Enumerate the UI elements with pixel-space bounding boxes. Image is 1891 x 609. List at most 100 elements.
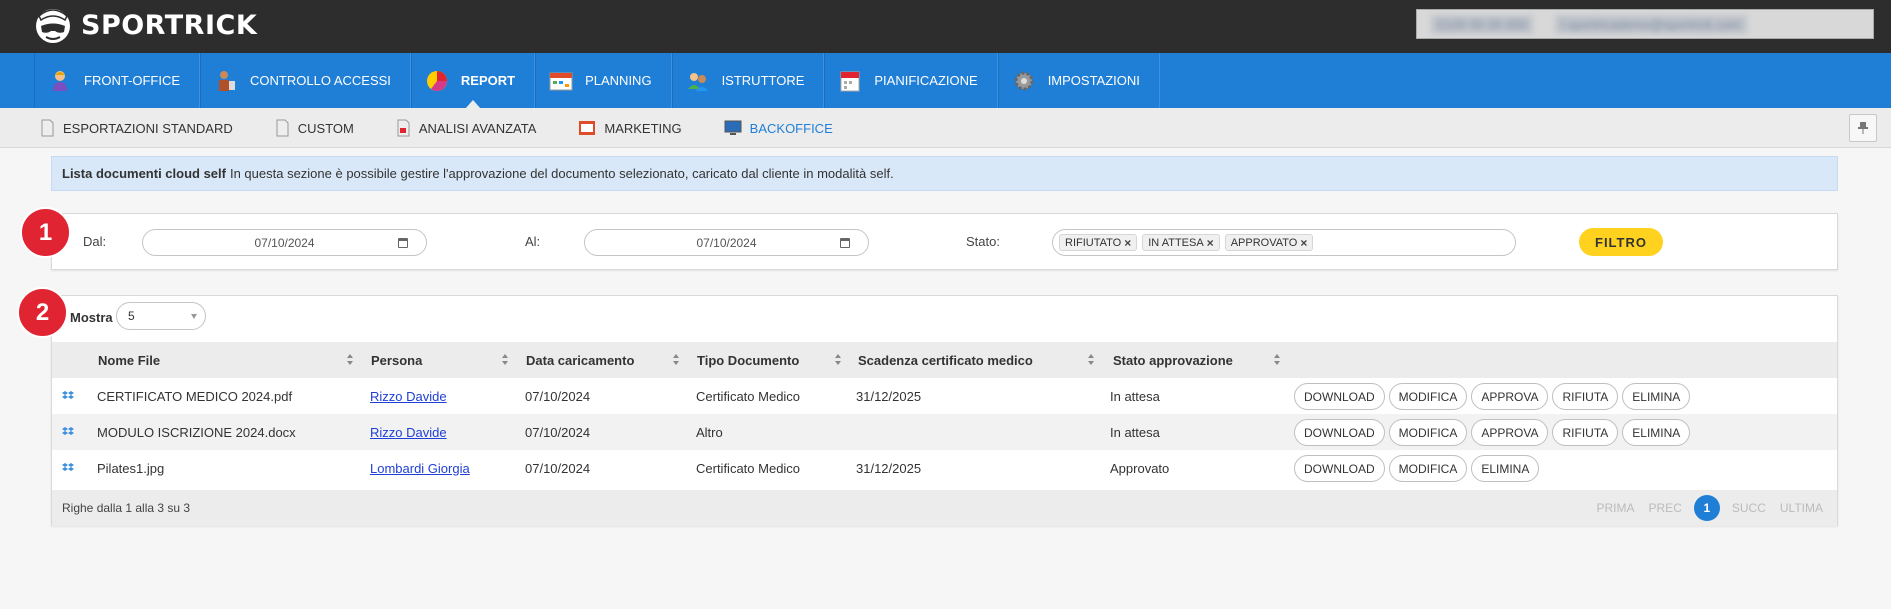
nav-item-label: FRONT-OFFICE (84, 73, 181, 88)
report-doc-icon (397, 119, 410, 137)
subnav-item-custom[interactable]: CUSTOM (275, 108, 396, 148)
sort-icon[interactable] (502, 354, 508, 366)
column-header-persona[interactable]: Persona (371, 342, 422, 378)
nav-item-front-office[interactable]: FRONT-OFFICE (34, 53, 201, 108)
pager-next[interactable]: SUCC (1732, 501, 1766, 515)
pager-first[interactable]: PRIMA (1597, 501, 1635, 515)
calendar-icon[interactable] (398, 238, 408, 248)
column-header-data-caricamento[interactable]: Data caricamento (526, 342, 634, 378)
download-button[interactable]: DOWNLOAD (1294, 383, 1385, 410)
modifica-button[interactable]: MODIFICA (1388, 455, 1468, 482)
calendar-icon[interactable] (840, 238, 850, 248)
gear-icon (1014, 71, 1034, 90)
pager-current-page[interactable]: 1 (1693, 495, 1720, 521)
al-date-value: 07/10/2024 (696, 235, 757, 250)
rifiuta-button[interactable]: RIFIUTA (1552, 419, 1619, 446)
al-date-input[interactable]: 07/10/2024 (584, 229, 869, 256)
access-control-icon (219, 70, 236, 91)
subnav-item-marketing[interactable]: MARKETING (578, 108, 723, 148)
al-label: Al: (525, 234, 541, 249)
cell-data: 07/10/2024 (525, 424, 591, 440)
marketing-icon (579, 121, 596, 135)
document-icon (41, 119, 54, 137)
subnav-item-analisi-avanzata[interactable]: ANALISI AVANZATA (396, 108, 579, 148)
sub-navigation: ESPORTAZIONI STANDARD CUSTOM ANALISI AVA… (0, 108, 1891, 148)
stato-multiselect[interactable]: RIFIUTATO × IN ATTESA × APPROVATO × (1052, 229, 1516, 256)
table-row: Pilates1.jpg Lombardi Giorgia 07/10/2024… (52, 450, 1837, 486)
nav-item-impostazioni[interactable]: IMPOSTAZIONI (997, 53, 1160, 108)
remove-tag-icon[interactable]: × (1207, 236, 1214, 250)
column-header-nome-file[interactable]: Nome File (98, 342, 160, 378)
modifica-button[interactable]: MODIFICA (1388, 419, 1468, 446)
cell-tipo: Altro (696, 424, 723, 440)
download-button[interactable]: DOWNLOAD (1294, 419, 1385, 446)
planning-icon (549, 72, 573, 90)
sort-icon[interactable] (835, 354, 841, 366)
sort-icon[interactable] (1088, 354, 1094, 366)
table-header: Nome File Persona Data caricamento Tipo … (52, 342, 1837, 378)
nav-item-planning[interactable]: PLANNING (535, 53, 672, 108)
stato-tag: APPROVATO × (1224, 234, 1314, 251)
remove-tag-icon[interactable]: × (1300, 236, 1307, 250)
rifiuta-button[interactable]: RIFIUTA (1552, 383, 1619, 410)
pin-icon (1858, 122, 1868, 134)
subnav-item-label: ESPORTAZIONI STANDARD (63, 120, 233, 136)
nav-item-controllo-accessi[interactable]: CONTROLLO ACCESSI (200, 53, 411, 108)
approva-button[interactable]: APPROVA (1471, 419, 1549, 446)
nav-item-label: PLANNING (585, 73, 652, 88)
logo-mascot-icon (36, 9, 70, 43)
cell-tipo: Certificato Medico (696, 460, 801, 476)
sort-icon[interactable] (1274, 354, 1280, 366)
dal-date-input[interactable]: 07/10/2024 (142, 229, 427, 256)
info-banner: Lista documenti cloud self In questa sez… (51, 156, 1838, 191)
subnav-item-esportazioni-standard[interactable]: ESPORTAZIONI STANDARD (40, 108, 275, 148)
elimina-button[interactable]: ELIMINA (1622, 419, 1691, 446)
cell-stato: Approvato (1110, 460, 1170, 476)
stato-label: Stato: (966, 234, 1000, 249)
page-size-value: 5 (128, 309, 135, 323)
subnav-item-label: CUSTOM (297, 120, 354, 136)
persona-link[interactable]: Rizzo Davide (370, 389, 447, 404)
dropbox-icon (62, 427, 74, 435)
info-text: In questa sezione è possibile gestire l'… (229, 166, 894, 181)
remove-tag-icon[interactable]: × (1124, 236, 1131, 250)
document-icon (276, 119, 289, 137)
cell-stato: In attesa (1110, 424, 1160, 440)
page-size-select[interactable]: 5 (116, 302, 206, 330)
app-logo[interactable]: SPORTRICK (33, 4, 257, 46)
elimina-button[interactable]: ELIMINA (1471, 455, 1540, 482)
nav-item-pianificazione[interactable]: PIANIFICAZIONE (824, 53, 998, 108)
dal-label: Dal: (83, 234, 107, 249)
rows-info: Righe dalla 1 alla 3 su 3 (62, 501, 191, 515)
filter-button[interactable]: FILTRO (1579, 228, 1663, 256)
nav-item-label: REPORT (460, 73, 516, 88)
persona-link[interactable]: Rizzo Davide (370, 425, 447, 440)
subnav-item-backoffice[interactable]: BACKOFFICE (724, 108, 875, 148)
chevron-down-icon (191, 314, 197, 319)
nav-item-label: IMPOSTAZIONI (1047, 73, 1140, 88)
modifica-button[interactable]: MODIFICA (1388, 383, 1468, 410)
elimina-button[interactable]: ELIMINA (1622, 383, 1691, 410)
nav-item-report[interactable]: REPORT (410, 53, 536, 109)
pie-chart-icon (426, 70, 447, 91)
column-header-scadenza[interactable]: Scadenza certificato medico (858, 342, 1033, 378)
subnav-item-label: BACKOFFICE (749, 120, 833, 136)
stato-tag: IN ATTESA × (1142, 234, 1220, 251)
nav-item-istruttore[interactable]: ISTRUTTORE (671, 53, 825, 108)
app-name: SPORTRICK (81, 9, 258, 41)
nav-item-label: PIANIFICAZIONE (874, 73, 978, 88)
persona-link[interactable]: Lombardi Giorgia (370, 461, 470, 476)
pin-button[interactable] (1849, 114, 1877, 142)
column-header-tipo-documento[interactable]: Tipo Documento (697, 342, 799, 378)
pager-prev[interactable]: PREC (1649, 501, 1682, 515)
pager-last[interactable]: ULTIMA (1780, 501, 1823, 515)
person-icon (53, 70, 67, 91)
subnav-item-label: ANALISI AVANZATA (418, 120, 537, 136)
download-button[interactable]: DOWNLOAD (1294, 455, 1385, 482)
column-header-stato-approvazione[interactable]: Stato approvazione (1113, 342, 1233, 378)
row-actions: DOWNLOAD MODIFICA APPROVA RIFIUTA ELIMIN… (1294, 383, 1691, 410)
sort-icon[interactable] (347, 354, 353, 366)
approva-button[interactable]: APPROVA (1471, 383, 1549, 410)
user-account-area[interactable]: 0100 00 00 000 l.sportricademo@sportrick… (1416, 9, 1874, 39)
sort-icon[interactable] (673, 354, 679, 366)
